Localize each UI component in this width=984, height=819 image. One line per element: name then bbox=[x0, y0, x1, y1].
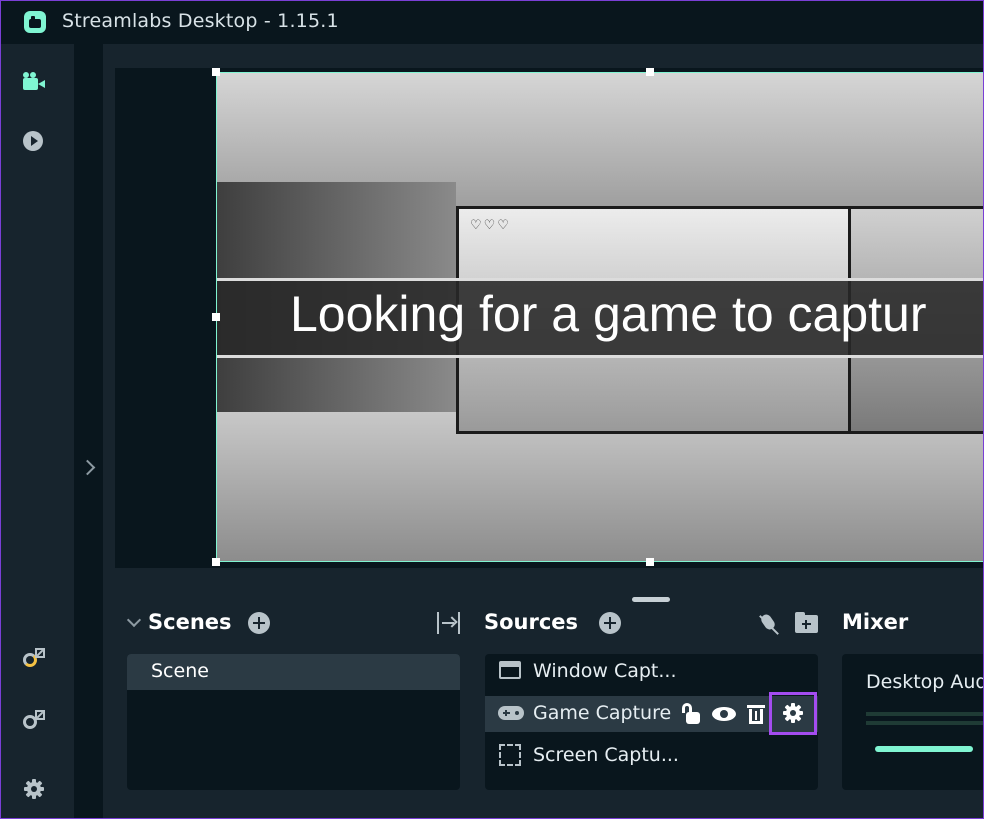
external-help-icon[interactable] bbox=[22, 710, 46, 734]
sidebar-gutter bbox=[74, 44, 102, 819]
settings-gear-icon[interactable] bbox=[22, 777, 46, 801]
source-settings-button[interactable] bbox=[769, 692, 817, 735]
mixer-title: Mixer bbox=[842, 610, 909, 634]
camera-icon[interactable] bbox=[22, 71, 46, 95]
source-item-label[interactable]: Window Capt... bbox=[533, 660, 677, 682]
chevron-right-icon[interactable] bbox=[82, 458, 94, 478]
add-scene-icon[interactable] bbox=[248, 612, 270, 634]
volume-meter-track bbox=[866, 721, 984, 725]
resize-handle-top-left[interactable] bbox=[212, 68, 220, 76]
eye-icon[interactable] bbox=[712, 707, 736, 721]
scene-item-label: Scene bbox=[151, 660, 209, 682]
unlock-icon[interactable] bbox=[680, 703, 702, 727]
sources-title: Sources bbox=[484, 610, 579, 634]
volume-slider[interactable] bbox=[875, 746, 973, 752]
resize-handle-left[interactable] bbox=[212, 313, 220, 321]
volume-meter-track bbox=[866, 712, 984, 716]
scenes-title: Scenes bbox=[148, 610, 232, 634]
selection-outline bbox=[216, 72, 984, 562]
streamlabs-logo-icon bbox=[24, 11, 46, 33]
left-nav bbox=[0, 44, 74, 819]
resize-handle-top[interactable] bbox=[646, 68, 654, 76]
panel-resize-grip[interactable] bbox=[632, 597, 670, 602]
external-link-icon[interactable] bbox=[22, 648, 46, 672]
add-folder-icon[interactable] bbox=[795, 612, 819, 634]
mic-off-icon[interactable] bbox=[757, 612, 781, 636]
window-icon bbox=[499, 661, 521, 679]
transition-icon[interactable] bbox=[437, 612, 461, 634]
gear-icon bbox=[783, 703, 803, 723]
window-title: Streamlabs Desktop - 1.15.1 bbox=[62, 10, 339, 32]
source-item-label[interactable]: Screen Captu... bbox=[533, 744, 679, 766]
play-icon[interactable] bbox=[22, 130, 46, 154]
add-source-icon[interactable] bbox=[599, 612, 621, 634]
gamepad-icon bbox=[498, 706, 524, 720]
source-item-label[interactable]: Game Capture bbox=[533, 702, 671, 724]
screen-capture-icon bbox=[499, 744, 521, 766]
resize-handle-bottom[interactable] bbox=[646, 558, 654, 566]
title-bar: Streamlabs Desktop - 1.15.1 bbox=[0, 0, 984, 44]
trash-icon[interactable] bbox=[747, 703, 765, 725]
mixer-item-label: Desktop Aud bbox=[866, 671, 984, 693]
resize-handle-bottom-left[interactable] bbox=[212, 558, 220, 566]
